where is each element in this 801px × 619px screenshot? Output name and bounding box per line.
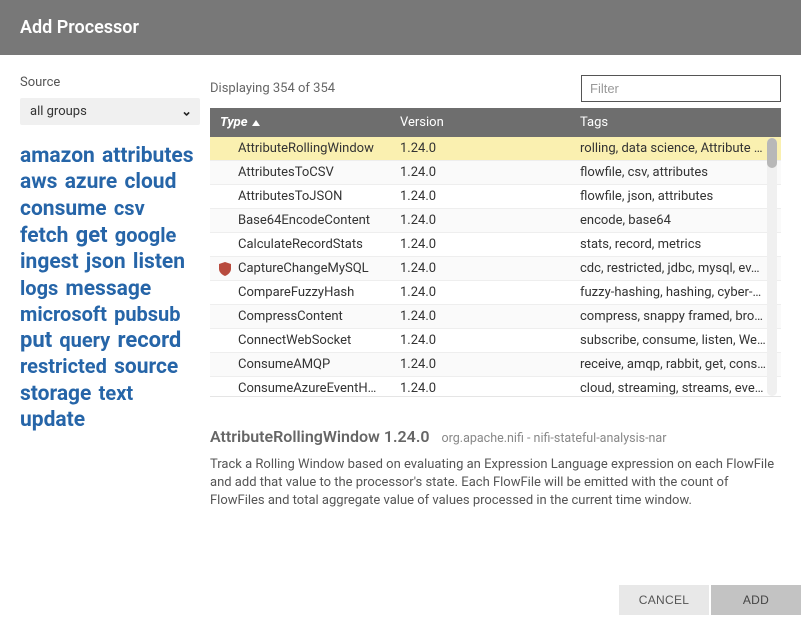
chevron-down-icon: ⌄ <box>181 104 192 119</box>
cell-tags: flowfile, csv, attributes <box>570 161 781 184</box>
cell-tags: cloud, streaming, streams, eve… <box>570 377 781 397</box>
column-header-type-label: Type <box>220 115 248 130</box>
cell-tags: stats, record, metrics <box>570 233 781 256</box>
tag-ingest[interactable]: ingest <box>20 250 79 274</box>
cell-version: 1.24.0 <box>390 257 570 280</box>
cell-version: 1.24.0 <box>390 137 570 160</box>
main-panel: Displaying 354 of 354 Type Version Tags … <box>210 75 781 397</box>
tag-message[interactable]: message <box>66 277 152 301</box>
cell-type: Base64EncodeContent <box>210 209 390 232</box>
table-row[interactable]: CaptureChangeMySQL1.24.0cdc, restricted,… <box>210 257 781 281</box>
table-row[interactable]: AttributesToCSV1.24.0flowfile, csv, attr… <box>210 161 781 185</box>
tag-amazon[interactable]: amazon <box>20 144 95 168</box>
cell-type: AttributesToCSV <box>210 161 390 184</box>
tag-pubsub[interactable]: pubsub <box>114 302 180 326</box>
cell-version: 1.24.0 <box>390 161 570 184</box>
processor-table: Type Version Tags AttributeRollingWindow… <box>210 108 781 397</box>
cell-version: 1.24.0 <box>390 377 570 397</box>
detail-title: AttributeRollingWindow 1.24.0 <box>210 427 430 446</box>
sort-asc-icon <box>252 120 260 126</box>
cancel-button[interactable]: CANCEL <box>619 585 709 615</box>
tag-logs[interactable]: logs <box>20 276 58 300</box>
tag-azure[interactable]: azure <box>65 170 118 194</box>
cell-type: AttributesToJSON <box>210 185 390 208</box>
cell-version: 1.24.0 <box>390 233 570 256</box>
table-header: Type Version Tags <box>210 108 781 137</box>
table-row[interactable]: CompareFuzzyHash1.24.0fuzzy-hashing, has… <box>210 281 781 305</box>
cell-version: 1.24.0 <box>390 281 570 304</box>
tag-source[interactable]: source <box>114 355 178 379</box>
cell-version: 1.24.0 <box>390 329 570 352</box>
table-row[interactable]: ConsumeAzureEventHub1.24.0cloud, streami… <box>210 377 781 397</box>
cell-tags: receive, amqp, rabbit, get, cons… <box>570 353 781 376</box>
tag-cloud[interactable]: cloud <box>124 170 176 194</box>
table-row[interactable]: AttributeRollingWindow1.24.0rolling, dat… <box>210 137 781 161</box>
tag-fetch[interactable]: fetch <box>20 224 68 248</box>
tag-cloud: amazon attributes aws azure cloud consum… <box>20 143 200 433</box>
detail-description: Track a Rolling Window based on evaluati… <box>210 456 775 511</box>
cell-version: 1.24.0 <box>390 185 570 208</box>
cell-type: CompareFuzzyHash <box>210 281 390 304</box>
table-row[interactable]: ConsumeAMQP1.24.0receive, amqp, rabbit, … <box>210 353 781 377</box>
source-select[interactable]: all groups ⌄ <box>20 98 200 125</box>
scrollbar-thumb[interactable] <box>767 138 777 168</box>
tag-listen[interactable]: listen <box>133 250 185 274</box>
cell-tags: cdc, restricted, jdbc, mysql, ev… <box>570 257 781 280</box>
cell-type: AttributeRollingWindow <box>210 137 390 160</box>
table-row[interactable]: CalculateRecordStats1.24.0stats, record,… <box>210 233 781 257</box>
tag-get[interactable]: get <box>76 223 108 248</box>
table-row[interactable]: CompressContent1.24.0compress, snappy fr… <box>210 305 781 329</box>
tag-put[interactable]: put <box>20 328 52 353</box>
column-header-version[interactable]: Version <box>390 108 570 137</box>
tag-json[interactable]: json <box>86 250 126 274</box>
tag-microsoft[interactable]: microsoft <box>20 302 107 326</box>
cell-type: CalculateRecordStats <box>210 233 390 256</box>
source-select-value: all groups <box>30 104 87 119</box>
add-button[interactable]: ADD <box>711 585 801 615</box>
cell-version: 1.24.0 <box>390 209 570 232</box>
result-count: Displaying 354 of 354 <box>210 81 335 96</box>
cell-type: CompressContent <box>210 305 390 328</box>
vertical-scrollbar[interactable] <box>763 138 781 396</box>
source-label: Source <box>20 75 200 90</box>
cell-type: ConsumeAzureEventHub <box>210 377 390 397</box>
dialog-footer: CANCEL ADD <box>0 585 801 619</box>
filter-input[interactable] <box>581 75 781 102</box>
cell-tags: subscribe, consume, listen, We… <box>570 329 781 352</box>
tag-text[interactable]: text <box>99 381 134 405</box>
dialog-title: Add Processor <box>0 0 801 55</box>
cell-tags: rolling, data science, Attribute … <box>570 137 781 160</box>
cell-tags: fuzzy-hashing, hashing, cyber-… <box>570 281 781 304</box>
tag-record[interactable]: record <box>117 328 181 353</box>
cell-type: ConsumeAMQP <box>210 353 390 376</box>
cell-type: ConnectWebSocket <box>210 329 390 352</box>
tag-query[interactable]: query <box>59 328 110 352</box>
shield-icon <box>219 262 231 276</box>
table-row[interactable]: Base64EncodeContent1.24.0encode, base64 <box>210 209 781 233</box>
cell-tags: flowfile, json, attributes <box>570 185 781 208</box>
tag-google[interactable]: google <box>115 223 177 247</box>
tag-aws[interactable]: aws <box>20 170 57 194</box>
table-row[interactable]: AttributesToJSON1.24.0flowfile, json, at… <box>210 185 781 209</box>
sidebar: Source all groups ⌄ amazon attributes aw… <box>20 75 200 397</box>
tag-update[interactable]: update <box>20 408 85 432</box>
cell-type: CaptureChangeMySQL <box>210 257 390 280</box>
tag-csv[interactable]: csv <box>114 196 145 220</box>
tag-storage[interactable]: storage <box>20 382 91 406</box>
cell-version: 1.24.0 <box>390 353 570 376</box>
cell-tags: encode, base64 <box>570 209 781 232</box>
tag-attributes[interactable]: attributes <box>102 144 194 168</box>
detail-artifact: org.apache.nifi - nifi-stateful-analysis… <box>442 431 667 446</box>
table-row[interactable]: ConnectWebSocket1.24.0subscribe, consume… <box>210 329 781 353</box>
tag-consume[interactable]: consume <box>20 197 107 221</box>
column-header-tags[interactable]: Tags <box>570 108 781 137</box>
column-header-type[interactable]: Type <box>210 108 390 137</box>
cell-version: 1.24.0 <box>390 305 570 328</box>
cell-tags: compress, snappy framed, bro… <box>570 305 781 328</box>
tag-restricted[interactable]: restricted <box>20 354 107 378</box>
